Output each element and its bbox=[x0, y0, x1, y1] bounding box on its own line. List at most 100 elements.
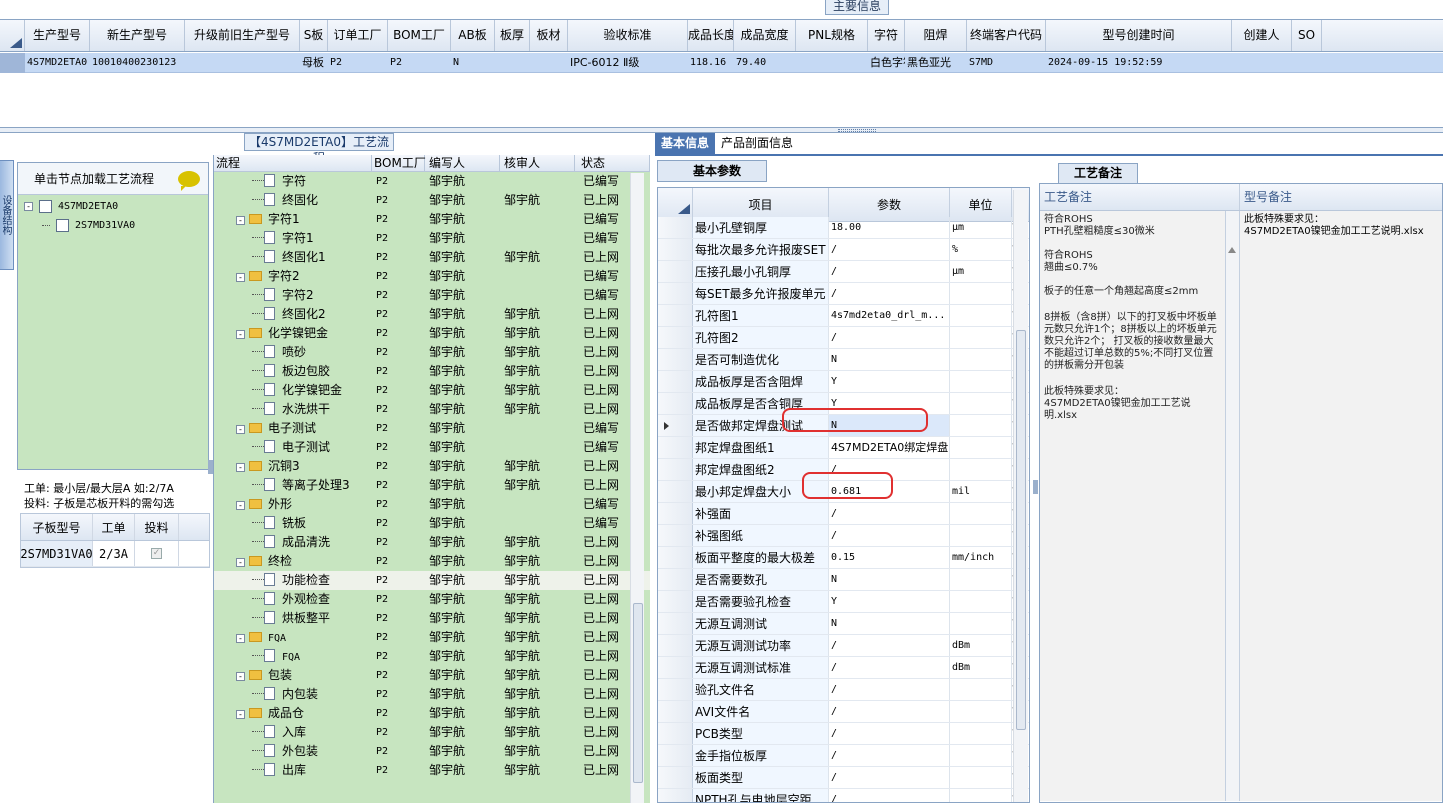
process-step-label[interactable]: 终固化2 bbox=[282, 307, 326, 321]
param-value[interactable]: Y bbox=[829, 591, 950, 612]
process-step-label[interactable]: 字符1 bbox=[282, 231, 314, 245]
process-author-cell[interactable]: 邹宇航 bbox=[425, 286, 500, 305]
process-author-cell[interactable]: 邹宇航 bbox=[425, 362, 500, 381]
process-row[interactable]: - 成品仓 P2 邹宇航 邹宇航 已上网 bbox=[214, 704, 650, 723]
process-step-label[interactable]: FQA bbox=[282, 652, 300, 663]
feed-checkbox[interactable]: ✓ bbox=[151, 548, 162, 559]
process-flow-cell[interactable]: 字符2 bbox=[214, 286, 372, 305]
process-flow-cell[interactable]: 终固化1 bbox=[214, 248, 372, 267]
vertical-tab-device-structure[interactable]: 设备结构 bbox=[0, 160, 14, 270]
process-reviewer-cell[interactable]: 邹宇航 bbox=[500, 552, 575, 571]
col-header-reviewer[interactable]: 核审人 bbox=[500, 155, 575, 171]
col-header-16[interactable]: 型号创建时间 bbox=[1046, 20, 1232, 51]
process-reviewer-cell[interactable]: 邹宇航 bbox=[500, 457, 575, 476]
process-status-cell[interactable]: 已上网 bbox=[575, 742, 635, 761]
col-header-14[interactable]: 阻焊 bbox=[905, 20, 967, 51]
process-reviewer-cell[interactable]: 邹宇航 bbox=[500, 324, 575, 343]
row-selector[interactable] bbox=[658, 635, 693, 656]
process-flow-cell[interactable]: 字符 bbox=[214, 172, 372, 191]
process-status-cell[interactable]: 已上网 bbox=[575, 248, 635, 267]
row-selector[interactable] bbox=[658, 217, 693, 238]
process-status-cell[interactable]: 已上网 bbox=[575, 305, 635, 324]
process-status-cell[interactable]: 已编写 bbox=[575, 229, 635, 248]
process-status-cell[interactable]: 已上网 bbox=[575, 666, 635, 685]
param-row[interactable]: 孔符图14s7md2eta0_drl_m...\ bbox=[658, 305, 1029, 327]
row-selector[interactable] bbox=[658, 547, 693, 568]
process-reviewer-cell[interactable]: 邹宇航 bbox=[500, 666, 575, 685]
process-row[interactable]: 外观检查 P2 邹宇航 邹宇航 已上网 bbox=[214, 590, 650, 609]
param-row[interactable]: 板面平整度的最大极差0.15mm/inch\ bbox=[658, 547, 1029, 569]
process-flow-cell[interactable]: 功能检查 bbox=[214, 571, 372, 590]
process-status-cell[interactable]: 已上网 bbox=[575, 324, 635, 343]
process-reviewer-cell[interactable] bbox=[500, 495, 575, 514]
process-row[interactable]: - 字符2 P2 邹宇航 已编写 bbox=[214, 267, 650, 286]
process-step-label[interactable]: 出库 bbox=[282, 763, 306, 777]
process-author-cell[interactable]: 邹宇航 bbox=[425, 514, 500, 533]
col-header-6[interactable]: AB板 bbox=[451, 20, 495, 51]
process-step-label[interactable]: FQA bbox=[268, 633, 286, 644]
process-status-cell[interactable]: 已上网 bbox=[575, 533, 635, 552]
cell-13[interactable]: 白色字符 bbox=[868, 53, 905, 73]
process-bom-cell[interactable]: P2 bbox=[372, 704, 425, 723]
process-row[interactable]: 内包装 P2 邹宇航 邹宇航 已上网 bbox=[214, 685, 650, 704]
process-flow-cell[interactable]: - 外形 bbox=[214, 495, 372, 514]
process-flow-cell[interactable]: 入库 bbox=[214, 723, 372, 742]
row-selector[interactable] bbox=[658, 613, 693, 634]
speech-bubble-icon[interactable] bbox=[178, 171, 200, 191]
collapse-icon[interactable]: - bbox=[236, 672, 245, 681]
process-author-cell[interactable]: 邹宇航 bbox=[425, 704, 500, 723]
process-step-label[interactable]: 功能检查 bbox=[282, 573, 330, 587]
param-row[interactable]: 验孔文件名/\ bbox=[658, 679, 1029, 701]
process-author-cell[interactable]: 邹宇航 bbox=[425, 229, 500, 248]
process-step-label[interactable]: 终固化 bbox=[282, 193, 318, 207]
row-selector[interactable] bbox=[658, 789, 693, 802]
col-header-craft-note[interactable]: 工艺备注 bbox=[1040, 184, 1240, 210]
param-row[interactable]: 板面类型/\ bbox=[658, 767, 1029, 789]
process-reviewer-cell[interactable]: 邹宇航 bbox=[500, 381, 575, 400]
row-selector[interactable] bbox=[658, 767, 693, 788]
process-row[interactable]: 喷砂 P2 邹宇航 邹宇航 已上网 bbox=[214, 343, 650, 362]
process-status-cell[interactable]: 已上网 bbox=[575, 704, 635, 723]
process-row[interactable]: 板边包胶 P2 邹宇航 邹宇航 已上网 bbox=[214, 362, 650, 381]
process-author-cell[interactable]: 邹宇航 bbox=[425, 210, 500, 229]
row-selector[interactable] bbox=[658, 305, 693, 326]
process-author-cell[interactable]: 邹宇航 bbox=[425, 381, 500, 400]
process-author-cell[interactable]: 邹宇航 bbox=[425, 248, 500, 267]
param-value[interactable]: / bbox=[829, 635, 950, 656]
process-author-cell[interactable]: 邹宇航 bbox=[425, 191, 500, 210]
process-bom-cell[interactable]: P2 bbox=[372, 666, 425, 685]
process-reviewer-cell[interactable] bbox=[500, 172, 575, 191]
process-bom-cell[interactable]: P2 bbox=[372, 286, 425, 305]
cell-order[interactable]: 2/3A bbox=[93, 541, 135, 566]
process-bom-cell[interactable]: P2 bbox=[372, 609, 425, 628]
cell-1[interactable]: 10010400230123 bbox=[90, 53, 185, 73]
params-scrollbar[interactable] bbox=[1013, 190, 1028, 802]
param-row[interactable]: 无源互调测试N\ bbox=[658, 613, 1029, 635]
cell-16[interactable]: 2024-09-15 19:52:59 bbox=[1046, 53, 1232, 73]
process-flow-cell[interactable]: 板边包胶 bbox=[214, 362, 372, 381]
process-step-label[interactable]: 外观检查 bbox=[282, 592, 330, 606]
collapse-icon[interactable]: - bbox=[236, 634, 245, 643]
row-selector[interactable] bbox=[658, 327, 693, 348]
process-status-cell[interactable]: 已编写 bbox=[575, 286, 635, 305]
col-header-model[interactable]: 子板型号 bbox=[21, 514, 93, 540]
param-value[interactable]: 18.00 bbox=[829, 217, 950, 238]
tab-basic-info[interactable]: 基本信息 bbox=[655, 133, 716, 154]
process-step-label[interactable]: 字符 bbox=[282, 174, 306, 188]
param-row[interactable]: 最小孔壁铜厚18.00μm\ bbox=[658, 217, 1029, 239]
process-flow-cell[interactable]: 出库 bbox=[214, 761, 372, 780]
params-scroll-thumb[interactable] bbox=[1016, 330, 1026, 730]
process-step-label[interactable]: 终检 bbox=[268, 554, 292, 568]
process-bom-cell[interactable]: P2 bbox=[372, 362, 425, 381]
param-row[interactable]: 补强面/\ bbox=[658, 503, 1029, 525]
process-step-label[interactable]: 喷砂 bbox=[282, 345, 306, 359]
process-reviewer-cell[interactable] bbox=[500, 267, 575, 286]
col-header-4[interactable]: 订单工厂 bbox=[328, 20, 388, 51]
process-author-cell[interactable]: 邹宇航 bbox=[425, 400, 500, 419]
process-status-cell[interactable]: 已上网 bbox=[575, 457, 635, 476]
process-bom-cell[interactable]: P2 bbox=[372, 305, 425, 324]
process-author-cell[interactable]: 邹宇航 bbox=[425, 609, 500, 628]
process-bom-cell[interactable]: P2 bbox=[372, 419, 425, 438]
process-row[interactable]: 水洗烘干 P2 邹宇航 邹宇航 已上网 bbox=[214, 400, 650, 419]
process-bom-cell[interactable]: P2 bbox=[372, 400, 425, 419]
